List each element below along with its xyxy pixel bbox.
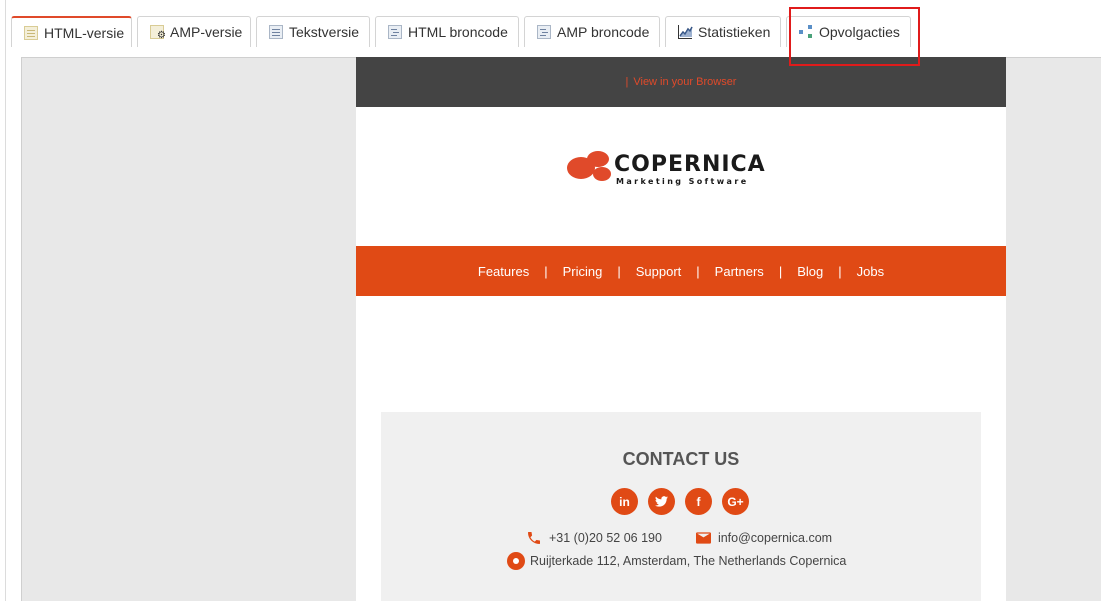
- location-pin-icon: [507, 552, 525, 570]
- contact-email: info@copernica.com: [695, 531, 832, 545]
- nav-separator: |: [778, 263, 783, 279]
- text-version-icon: [269, 25, 283, 39]
- highlight-box: [789, 7, 920, 66]
- tab-label: Tekstversie: [289, 24, 360, 40]
- email-address[interactable]: info@copernica.com: [718, 531, 832, 545]
- view-in-browser-link[interactable]: View in your Browser: [633, 76, 736, 88]
- tab-amp-versie[interactable]: ⚙ AMP-versie: [137, 16, 251, 47]
- nav-separator: |: [617, 263, 621, 279]
- address-text: Ruijterkade 112, Amsterdam, The Netherla…: [530, 554, 847, 568]
- nav-separator: |: [838, 263, 842, 279]
- nav-separator: |: [696, 263, 700, 279]
- email-nav: Features | Pricing | Support | Partners …: [356, 246, 1006, 296]
- twitter-icon[interactable]: [648, 488, 675, 515]
- mail-icon: [695, 532, 711, 544]
- nav-separator: |: [544, 263, 548, 279]
- nav-pricing[interactable]: Pricing: [560, 264, 606, 279]
- tab-statistieken[interactable]: Statistieken: [665, 16, 781, 47]
- logo-tagline: Marketing Software: [616, 177, 749, 186]
- logo-name: COPERNICA: [614, 152, 766, 177]
- nav-support[interactable]: Support: [633, 264, 685, 279]
- topbar-separator: |: [625, 76, 629, 88]
- tab-label: AMP broncode: [557, 24, 650, 40]
- tab-label: HTML broncode: [408, 24, 508, 40]
- tab-label: HTML-versie: [44, 24, 125, 41]
- tab-html-versie[interactable]: HTML-versie: [11, 16, 132, 47]
- tab-amp-broncode[interactable]: AMP broncode: [524, 16, 660, 47]
- contact-phone: +31 (0)20 52 06 190: [526, 530, 662, 546]
- contact-title: CONTACT US: [622, 449, 740, 469]
- phone-number[interactable]: +31 (0)20 52 06 190: [549, 531, 662, 545]
- contact-line: +31 (0)20 52 06 190 info@copernica.com: [526, 530, 866, 546]
- social-links: in f G+: [611, 488, 759, 515]
- amp-source-icon: [537, 25, 551, 39]
- html-version-icon: [24, 25, 38, 40]
- google-plus-icon[interactable]: G+: [722, 488, 749, 515]
- amp-version-icon: ⚙: [150, 25, 166, 41]
- contact-section: CONTACT US in f G+ +31 (0)20 52 06 190 i…: [381, 412, 981, 601]
- contact-address: Ruijterkade 112, Amsterdam, The Netherla…: [507, 552, 846, 570]
- tab-label: Statistieken: [698, 24, 771, 40]
- tab-html-broncode[interactable]: HTML broncode: [375, 16, 519, 47]
- phone-icon: [528, 532, 540, 544]
- left-divider: [5, 0, 6, 601]
- linkedin-icon[interactable]: in: [611, 488, 638, 515]
- copernica-logo: COPERNICA Marketing Software: [567, 145, 797, 191]
- email-preview: | View in your Browser COPERNICA Marketin…: [356, 57, 1006, 601]
- nav-partners[interactable]: Partners: [712, 264, 767, 279]
- nav-jobs[interactable]: Jobs: [854, 264, 887, 279]
- nav-features[interactable]: Features: [475, 264, 532, 279]
- nav-blog[interactable]: Blog: [794, 264, 826, 279]
- page: HTML-versie ⚙ AMP-versie Tekstversie HTM…: [0, 0, 1101, 601]
- statistics-icon: [678, 25, 693, 39]
- tab-label: AMP-versie: [170, 24, 243, 40]
- facebook-icon[interactable]: f: [685, 488, 712, 515]
- tab-tekstversie[interactable]: Tekstversie: [256, 16, 370, 47]
- html-source-icon: [388, 25, 402, 39]
